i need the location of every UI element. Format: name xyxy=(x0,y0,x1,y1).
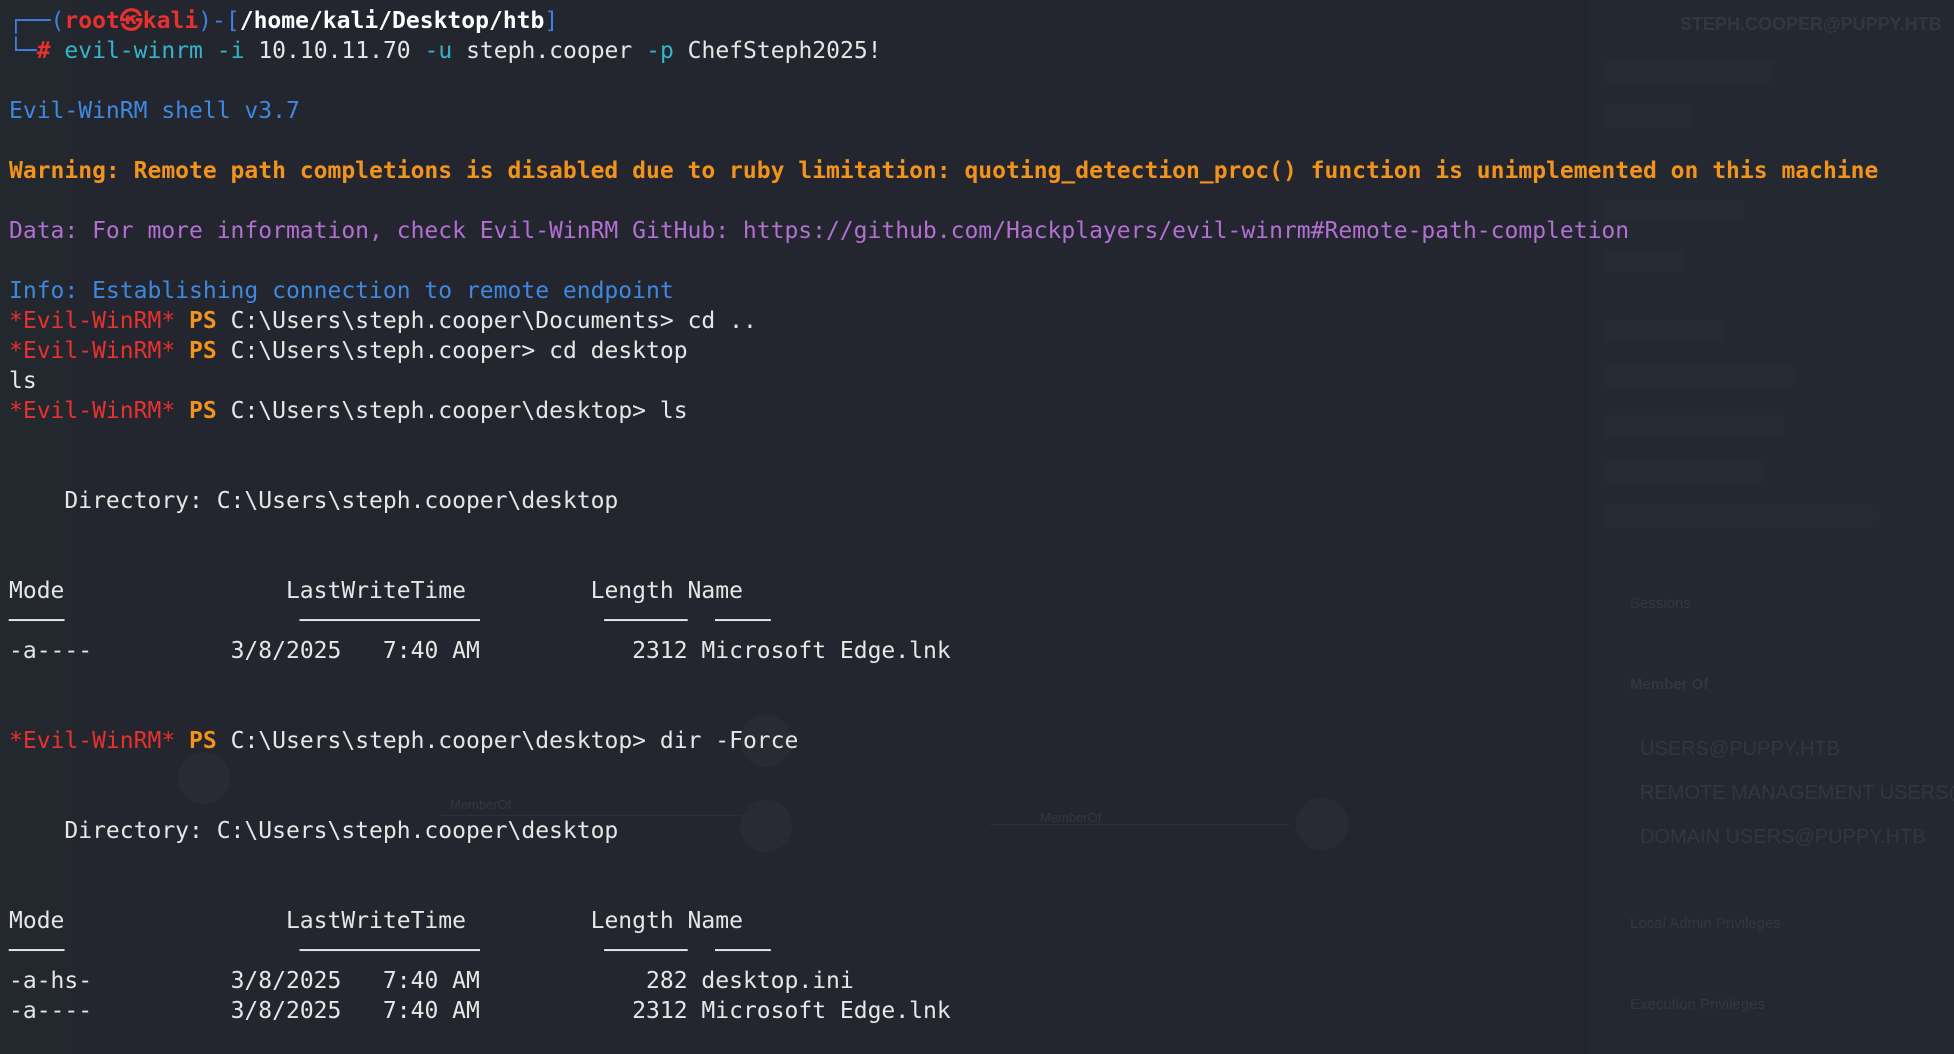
header-mode: Mode xyxy=(9,908,65,934)
prompt-header: ┌──(root㉿kali)-[/home/kali/Desktop/htb] xyxy=(9,8,559,34)
header-length: Length xyxy=(590,908,674,934)
session-tag: *Evil-WinRM* xyxy=(9,398,176,424)
listing-row: -a---- 3/8/2025 7:40 AM 2312 Microsoft E… xyxy=(9,636,1954,666)
command-password: ChefSteph2025! xyxy=(687,38,882,64)
session-tag: *Evil-WinRM* xyxy=(9,728,176,754)
prompt-separator: ㉿ xyxy=(119,8,143,34)
command-flag: -u xyxy=(424,38,453,64)
header-length: Length xyxy=(590,578,674,604)
listing-underline: ──── ───────────── ────── ──── xyxy=(9,938,771,964)
listing-row: -a-hs- 3/8/2025 7:40 AM 282 desktop.ini xyxy=(9,966,1954,996)
header-lastwritetime: LastWriteTime xyxy=(285,578,466,604)
session-line: *Evil-WinRM* PS C:\Users\steph.cooper> c… xyxy=(9,336,1954,366)
banner-warning: Warning: Remote path completions is disa… xyxy=(9,158,1879,184)
session-path: C:\Users\steph.cooper\desktop> xyxy=(230,728,647,754)
listing-header: Mode LastWriteTime Length Name xyxy=(9,576,1954,606)
terminal-window[interactable]: ┌──(root㉿kali)-[/home/kali/Desktop/htb] … xyxy=(0,0,1954,1054)
banner-data: Data: For more information, check Evil-W… xyxy=(9,218,1630,244)
listing-header: Mode LastWriteTime Length Name xyxy=(9,906,1954,936)
prompt-path: /home/kali/Desktop/htb xyxy=(239,8,545,34)
session-tag: *Evil-WinRM* xyxy=(9,308,176,334)
prompt-host: kali xyxy=(142,8,199,34)
session-path: C:\Users\steph.cooper> xyxy=(230,338,536,364)
echoed-command: ls xyxy=(9,368,37,394)
command-flag: -p xyxy=(646,38,674,64)
prompt-command-line: └─# evil-winrm -i 10.10.11.70 -u steph.c… xyxy=(9,38,882,64)
command-ip: 10.10.11.70 xyxy=(258,38,411,64)
command-flag: -i xyxy=(216,38,245,64)
session-command: cd desktop xyxy=(549,338,688,364)
directory-heading: Directory: C:\Users\steph.cooper\desktop xyxy=(9,818,619,844)
banner-shell: Evil-WinRM shell v3.7 xyxy=(9,98,300,124)
row-mode: -a-hs- xyxy=(9,968,93,994)
row-length: 2312 xyxy=(632,998,688,1024)
header-mode: Mode xyxy=(9,578,65,604)
command-user: steph.cooper xyxy=(466,38,633,64)
ps-label: PS xyxy=(189,308,217,334)
ps-label: PS xyxy=(189,398,217,424)
row-name: desktop.ini xyxy=(701,968,854,994)
listing-underline: ──── ───────────── ────── ──── xyxy=(9,608,771,634)
session-command: dir -Force xyxy=(659,728,799,754)
prompt-user: root xyxy=(64,8,120,34)
session-line: *Evil-WinRM* PS C:\Users\steph.cooper\de… xyxy=(9,396,1954,426)
row-length: 282 xyxy=(646,968,688,994)
header-name: Name xyxy=(687,908,743,934)
session-path: C:\Users\steph.cooper\Documents> xyxy=(230,308,674,334)
session-line: *Evil-WinRM* PS C:\Users\steph.cooper\de… xyxy=(9,726,1954,756)
session-command: cd .. xyxy=(687,308,757,334)
header-name: Name xyxy=(687,578,743,604)
session-tag: *Evil-WinRM* xyxy=(9,338,176,364)
row-name: Microsoft Edge.lnk xyxy=(701,998,951,1024)
banner-info: Info: Establishing connection to remote … xyxy=(9,278,674,304)
directory-heading: Directory: C:\Users\steph.cooper\desktop xyxy=(9,488,619,514)
row-name: Microsoft Edge.lnk xyxy=(701,638,951,664)
listing-row: -a---- 3/8/2025 7:40 AM 2312 Microsoft E… xyxy=(9,996,1954,1026)
session-line: *Evil-WinRM* PS C:\Users\steph.cooper\Do… xyxy=(9,306,1954,336)
session-path: C:\Users\steph.cooper\desktop> xyxy=(230,398,647,424)
row-time: 7:40 AM xyxy=(382,998,480,1024)
row-mode: -a---- xyxy=(9,998,93,1024)
row-date: 3/8/2025 xyxy=(230,968,342,994)
session-command: ls xyxy=(659,398,688,424)
row-time: 7:40 AM xyxy=(382,638,480,664)
command-binary: evil-winrm xyxy=(64,38,203,64)
header-lastwritetime: LastWriteTime xyxy=(285,908,466,934)
ps-label: PS xyxy=(189,338,217,364)
row-length: 2312 xyxy=(632,638,688,664)
row-date: 3/8/2025 xyxy=(230,998,342,1024)
ps-label: PS xyxy=(189,728,217,754)
row-time: 7:40 AM xyxy=(382,968,480,994)
row-date: 3/8/2025 xyxy=(230,638,342,664)
row-mode: -a---- xyxy=(9,638,93,664)
